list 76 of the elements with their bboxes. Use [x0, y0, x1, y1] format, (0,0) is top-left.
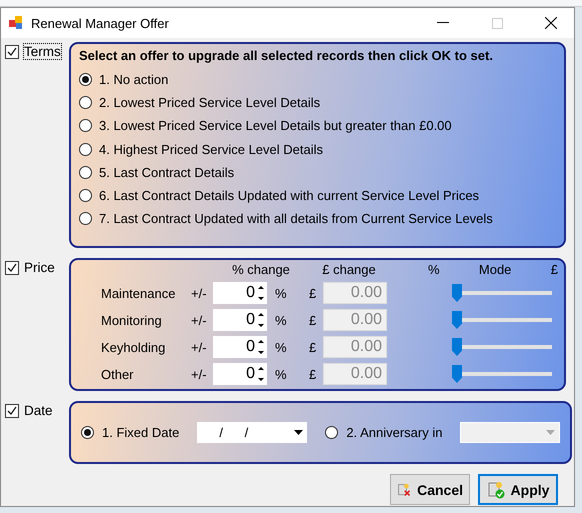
radio-label: 3. Lowest Priced Service Level Details but greater than £0.00 [99, 118, 452, 134]
slider-thumb[interactable] [452, 338, 462, 356]
column-header: £ change [321, 262, 377, 277]
sign-label: +/- [191, 340, 208, 354]
checkbox-label: Date [24, 403, 53, 418]
percent-spinner[interactable]: 0 [213, 282, 267, 304]
radio-button[interactable] [79, 119, 92, 132]
sign-label: +/- [191, 366, 208, 382]
checkbox-label: Terms [24, 44, 61, 59]
radio-label: 2. Lowest Priced Service Level Details [99, 95, 320, 110]
radio-button[interactable] [79, 166, 92, 179]
column-header: Mode [478, 262, 512, 277]
unit-label: % [274, 286, 288, 300]
radio-label: 2. Anniversary in [346, 425, 442, 440]
spin-arrows-icon[interactable] [258, 285, 264, 301]
unit-label: % [274, 366, 288, 382]
unit-label: £ [309, 312, 318, 328]
amount-field: 0.00 [323, 282, 387, 304]
percent-spinner[interactable]: 0 [213, 336, 267, 358]
column-header: £ [550, 262, 558, 277]
unit-label: % [274, 340, 288, 354]
radio-label: 4. Highest Priced Service Level Details [99, 142, 323, 157]
mode-slider[interactable] [452, 282, 552, 304]
checkbox-label: Price [24, 260, 55, 275]
percent-spinner[interactable]: 0 [213, 363, 267, 385]
row-label: Monitoring [101, 312, 163, 328]
dropdown-field[interactable] [460, 422, 560, 443]
radio-label: 1. No action [99, 72, 168, 88]
checkbox[interactable] [5, 404, 19, 418]
spin-arrows-icon[interactable] [258, 366, 264, 382]
minimize-icon[interactable] [437, 22, 449, 24]
date-picker[interactable]: / / [197, 422, 308, 443]
radio-button[interactable] [79, 189, 92, 202]
unit-label: £ [309, 286, 318, 300]
radio-button[interactable] [81, 426, 94, 439]
sign-label: +/- [191, 286, 208, 300]
app-icon [9, 16, 23, 30]
unit-label: % [274, 312, 288, 328]
row-label: Keyholding [101, 340, 166, 354]
radio-button[interactable] [79, 73, 92, 86]
radio-label: 6. Last Contract Details Updated with current Service Level Prices [99, 188, 480, 204]
instruction-text: Select an offer to upgrade all selected records then click OK to set. [79, 48, 494, 63]
column-header: % [428, 262, 440, 277]
unit-label: £ [309, 366, 318, 382]
radio-button[interactable] [79, 96, 92, 110]
spin-arrows-icon[interactable] [258, 339, 264, 355]
document-check-icon [486, 480, 505, 498]
row-label: Maintenance [101, 286, 176, 300]
radio-label: 7. Last Contract Updated with all details from Current Service Levels [99, 211, 493, 226]
dropdown-arrow-icon[interactable] [294, 430, 304, 435]
percent-spinner[interactable]: 0 [213, 309, 267, 331]
radio-button[interactable] [325, 426, 338, 439]
mode-slider[interactable] [452, 363, 552, 385]
radio-button[interactable] [79, 142, 92, 156]
radio-button[interactable] [79, 212, 92, 226]
amount-field: 0.00 [323, 336, 387, 358]
radio-label: 1. Fixed Date [102, 425, 180, 440]
apply-button[interactable]: Apply [478, 474, 558, 505]
window-title: Renewal Manager Offer [31, 16, 170, 30]
amount-field: 0.00 [323, 363, 387, 385]
checkbox[interactable] [5, 261, 19, 275]
slider-thumb[interactable] [452, 311, 462, 329]
close-icon[interactable] [545, 17, 557, 29]
mode-slider[interactable] [452, 336, 552, 358]
slider-thumb[interactable] [452, 365, 462, 383]
slider-thumb[interactable] [452, 284, 462, 302]
spin-arrows-icon[interactable] [258, 312, 264, 328]
unit-label: £ [309, 340, 318, 354]
cancel-button[interactable]: Cancel [390, 474, 470, 505]
radio-label: 5. Last Contract Details [99, 164, 234, 180]
row-label: Other [101, 366, 135, 382]
mode-slider[interactable] [452, 309, 552, 331]
checkbox[interactable] [5, 45, 19, 59]
column-header: % change [231, 262, 291, 277]
sign-label: +/- [191, 312, 208, 328]
amount-field: 0.00 [323, 309, 387, 331]
